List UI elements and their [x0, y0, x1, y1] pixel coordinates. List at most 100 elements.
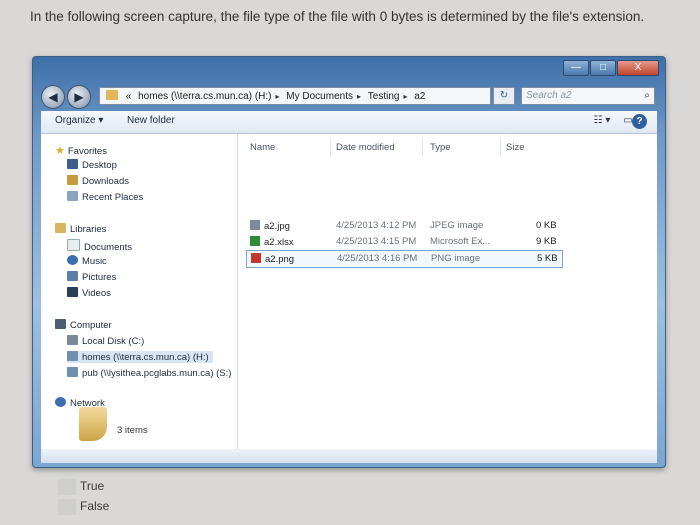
address-bar[interactable]: « homes (\\terra.cs.mun.ca) (H:) ▸ My Doc…	[99, 87, 491, 105]
nav-item-label: Music	[82, 256, 107, 267]
command-bar: Organize ▾ New folder ☷ ▾ ▭ ?	[41, 111, 657, 134]
file-name-cell: a2.xlsx	[250, 236, 294, 248]
breadcrumb-separator[interactable]: ▸	[403, 92, 407, 101]
nav-item-documents[interactable]: Documents	[67, 239, 132, 253]
network-drive-icon	[67, 351, 78, 361]
breadcrumb-my-documents[interactable]: My Documents	[286, 91, 353, 102]
nav-favorites-label: Favorites	[67, 146, 107, 157]
recent-places-icon	[67, 191, 78, 201]
forward-button[interactable]: ▶	[67, 85, 91, 109]
file-name: a2.png	[265, 254, 295, 265]
breadcrumb-homes[interactable]: homes (\\terra.cs.mun.ca) (H:)	[138, 91, 271, 102]
search-placeholder: Search a2	[526, 90, 572, 101]
nav-libraries[interactable]: Libraries	[55, 223, 106, 235]
close-button[interactable]: X	[617, 60, 659, 76]
refresh-button[interactable]: ↻	[493, 87, 515, 105]
file-size: 5 KB	[537, 253, 558, 264]
drive-icon	[67, 335, 78, 345]
downloads-icon	[67, 175, 78, 185]
views-icon[interactable]: ☷ ▾	[589, 115, 615, 127]
network-icon	[55, 397, 66, 407]
item-count: 3 items	[117, 425, 148, 436]
question-text: In the following screen capture, the fil…	[30, 9, 645, 24]
file-size: 9 KB	[536, 236, 557, 247]
network-drive-icon	[67, 367, 78, 377]
navigation-pane: ★ Favorites Desktop Downloads Recent Plac…	[41, 134, 238, 449]
file-type: Microsoft Ex...	[430, 236, 491, 247]
file-type: JPEG image	[430, 220, 484, 231]
music-icon	[67, 255, 78, 265]
address-overflow[interactable]: «	[126, 91, 132, 102]
radio-true[interactable]	[58, 479, 76, 495]
nav-favorites[interactable]: ★ Favorites	[55, 144, 107, 157]
libraries-icon	[55, 223, 66, 233]
folder-icon	[79, 407, 107, 441]
file-type: PNG image	[431, 253, 481, 264]
png-file-icon	[251, 253, 261, 263]
maximize-button[interactable]: □	[590, 60, 616, 76]
nav-item-label: Local Disk (C:)	[82, 336, 145, 347]
explorer-window: — □ X ◀ ▶ « homes (\\terra.cs.mun.ca) (H…	[32, 56, 666, 468]
file-row-a2-png[interactable]: a2.png 4/25/2013 4:16 PM PNG image 5 KB	[246, 250, 563, 268]
computer-icon	[55, 319, 66, 329]
caption-buttons: — □ X	[563, 60, 659, 76]
star-icon: ★	[55, 145, 65, 157]
nav-libraries-label: Libraries	[70, 224, 107, 235]
column-divider[interactable]	[422, 138, 423, 156]
column-header-name[interactable]: Name	[250, 142, 275, 153]
nav-item-videos[interactable]: Videos	[67, 287, 111, 299]
nav-item-desktop[interactable]: Desktop	[67, 159, 117, 171]
pictures-icon	[67, 271, 78, 281]
column-header-size[interactable]: Size	[506, 142, 524, 153]
breadcrumb-separator[interactable]: ▸	[357, 92, 361, 101]
file-date: 4/25/2013 4:16 PM	[337, 253, 418, 264]
help-icon[interactable]: ?	[632, 114, 647, 129]
address-row: ◀ ▶ « homes (\\terra.cs.mun.ca) (H:) ▸ My…	[41, 85, 657, 109]
search-input[interactable]: Search a2 ⌕	[521, 87, 655, 105]
breadcrumb-separator[interactable]: ▸	[275, 92, 279, 101]
nav-item-music[interactable]: Music	[67, 255, 107, 267]
nav-item-downloads[interactable]: Downloads	[67, 175, 129, 187]
nav-item-label: Documents	[84, 242, 133, 253]
nav-computer[interactable]: Computer	[55, 319, 112, 331]
nav-item-label: Videos	[82, 288, 111, 299]
file-date: 4/25/2013 4:12 PM	[336, 220, 417, 231]
nav-item-homes-drive[interactable]: homes (\\terra.cs.mun.ca) (H:)	[67, 351, 213, 363]
nav-item-label: homes (\\terra.cs.mun.ca) (H:)	[82, 352, 209, 363]
file-name: a2.jpg	[264, 221, 290, 232]
nav-item-recent-places[interactable]: Recent Places	[67, 191, 143, 203]
file-date: 4/25/2013 4:15 PM	[336, 236, 417, 247]
nav-item-label: Downloads	[82, 176, 129, 187]
folder-icon	[106, 90, 118, 100]
file-row-a2-jpg[interactable]: a2.jpg 4/25/2013 4:12 PM JPEG image 0 KB	[246, 218, 561, 234]
organize-button[interactable]: Organize ▾	[55, 115, 103, 126]
column-header-date[interactable]: Date modified	[336, 142, 395, 153]
new-folder-button[interactable]: New folder	[127, 115, 175, 126]
nav-item-label: pub (\\lysithea.pcglabs.mun.ca) (S:)	[82, 368, 232, 379]
file-list: Name Date modified Type Size a2.jpg 4/25…	[238, 134, 657, 449]
file-name-cell: a2.jpg	[250, 220, 290, 232]
nav-item-pictures[interactable]: Pictures	[67, 271, 116, 283]
breadcrumb-a2[interactable]: a2	[414, 91, 425, 102]
column-divider[interactable]	[330, 138, 331, 156]
option-false[interactable]: False	[80, 499, 109, 513]
nav-item-label: Pictures	[82, 272, 117, 283]
jpg-file-icon	[250, 220, 260, 230]
back-button[interactable]: ◀	[41, 85, 65, 109]
search-icon[interactable]: ⌕	[644, 88, 650, 104]
nav-item-local-disk[interactable]: Local Disk (C:)	[67, 335, 144, 347]
column-divider[interactable]	[500, 138, 501, 156]
nav-computer-label: Computer	[70, 320, 112, 331]
desktop-icon	[67, 159, 78, 169]
nav-item-label: Recent Places	[82, 192, 144, 203]
column-header-type[interactable]: Type	[430, 142, 451, 153]
minimize-button[interactable]: —	[563, 60, 589, 76]
file-name: a2.xlsx	[264, 237, 294, 248]
file-name-cell: a2.png	[251, 253, 294, 265]
nav-item-pub-drive[interactable]: pub (\\lysithea.pcglabs.mun.ca) (S:)	[67, 367, 231, 379]
documents-icon	[67, 239, 80, 251]
radio-false[interactable]	[58, 499, 76, 515]
breadcrumb-testing[interactable]: Testing	[368, 91, 400, 102]
file-row-a2-xlsx[interactable]: a2.xlsx 4/25/2013 4:15 PM Microsoft Ex..…	[246, 234, 561, 250]
option-true[interactable]: True	[80, 479, 104, 493]
